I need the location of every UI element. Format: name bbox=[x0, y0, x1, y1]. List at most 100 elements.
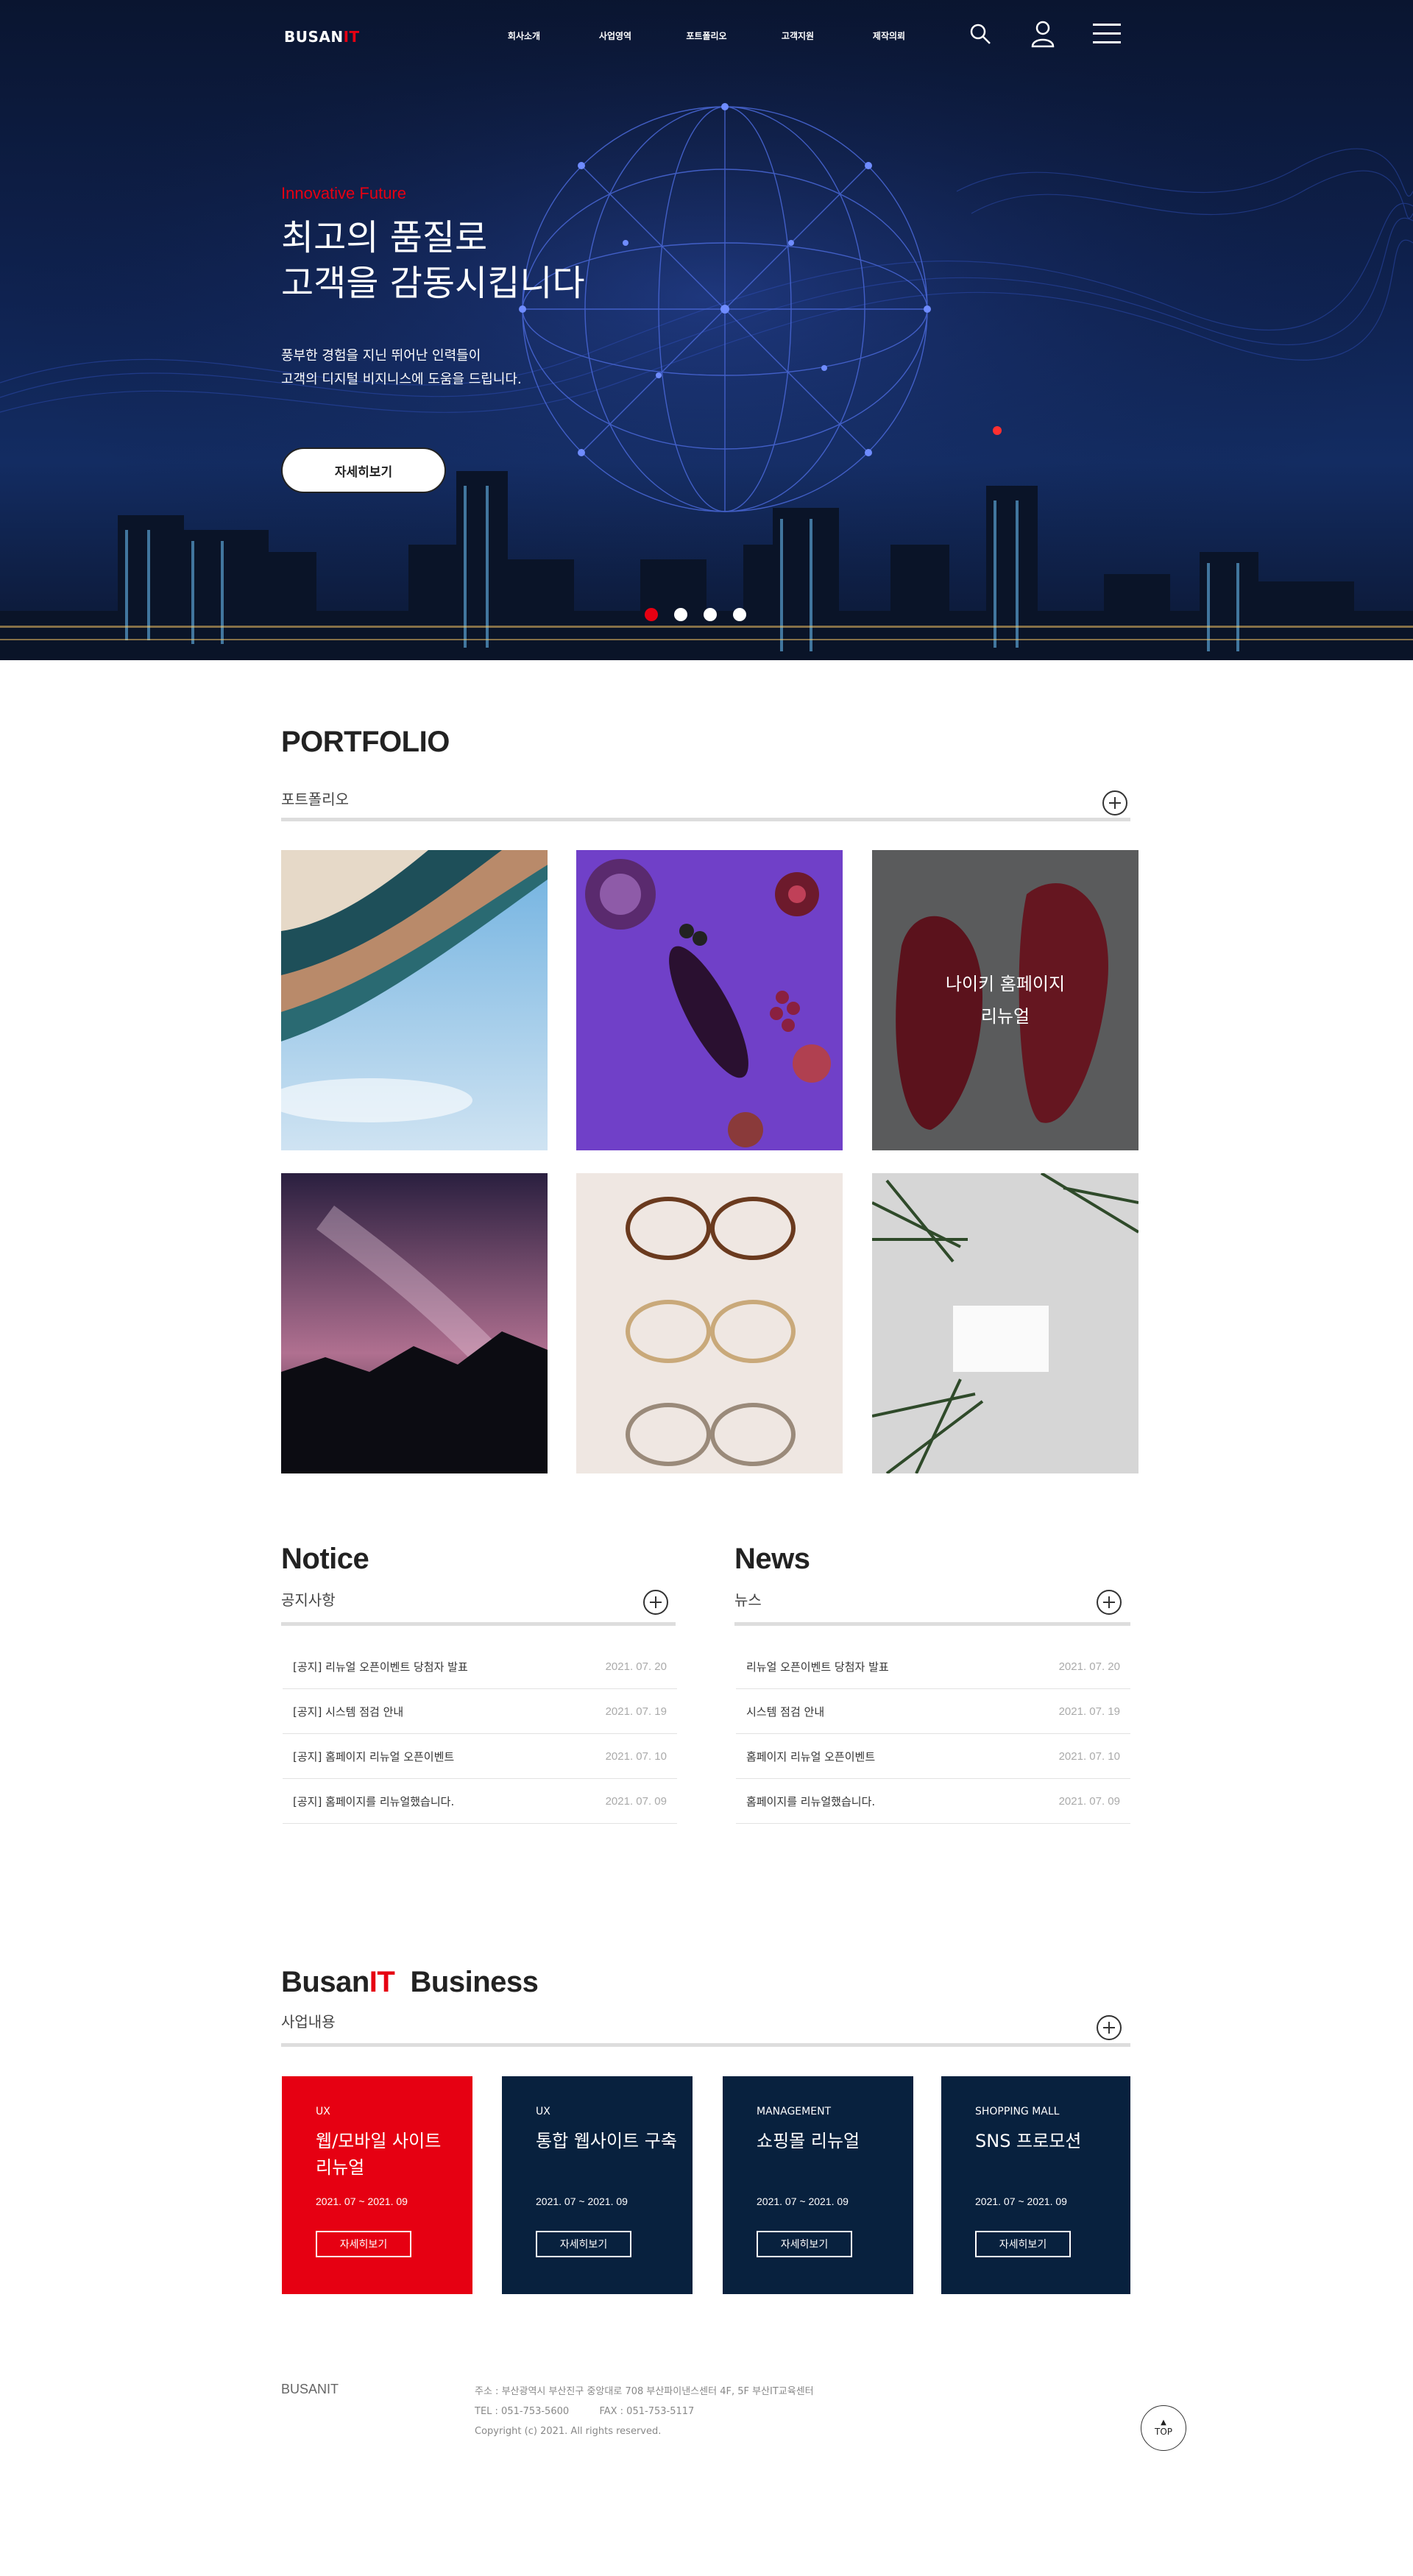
news-more-icon[interactable] bbox=[1097, 1590, 1122, 1615]
notice-item[interactable]: [공지] 시스템 점검 안내 2021. 07. 19 bbox=[283, 1689, 677, 1734]
news-item-title: 시스템 점검 안내 bbox=[746, 1705, 825, 1719]
notice-item[interactable]: [공지] 홈페이지를 리뉴얼했습니다. 2021. 07. 09 bbox=[283, 1779, 677, 1824]
hero-title: 최고의 품질로 고객을 감동시킵니다 bbox=[281, 215, 796, 306]
portfolio-item[interactable] bbox=[872, 1173, 1138, 1473]
portfolio-item[interactable] bbox=[576, 850, 843, 1150]
footer-copyright: Copyright (c) 2021. All rights reserved. bbox=[475, 2426, 662, 2437]
business-card-date: 2021. 07 ~ 2021. 09 bbox=[975, 2195, 1067, 2207]
portfolio-image bbox=[281, 850, 548, 1150]
slider-pagination bbox=[645, 608, 746, 621]
news-item[interactable]: 리뉴얼 오픈이벤트 당첨자 발표 2021. 07. 20 bbox=[736, 1644, 1130, 1689]
notice-item-title: [공지] 시스템 점검 안내 bbox=[293, 1705, 404, 1719]
business-card-more-button[interactable]: 자세히보기 bbox=[757, 2231, 852, 2257]
portfolio-image bbox=[576, 1173, 843, 1473]
business-card-date: 2021. 07 ~ 2021. 09 bbox=[757, 2195, 849, 2207]
business-more-icon[interactable] bbox=[1097, 2015, 1122, 2040]
portfolio-item[interactable]: 나이키 홈페이지 리뉴얼 bbox=[872, 850, 1138, 1150]
business-subtitle: 사업내용 bbox=[281, 2013, 336, 2031]
menu-icon[interactable] bbox=[1091, 18, 1123, 50]
news-item[interactable]: 홈페이지를 리뉴얼했습니다. 2021. 07. 09 bbox=[736, 1779, 1130, 1824]
hero-background bbox=[0, 0, 1413, 660]
business-divider bbox=[281, 2043, 1130, 2047]
business-card[interactable]: MANAGEMENT 쇼핑몰 리뉴얼 2021. 07 ~ 2021. 09 자… bbox=[723, 2076, 913, 2294]
hero-more-button[interactable]: 자세히보기 bbox=[281, 447, 446, 493]
portfolio-item[interactable] bbox=[576, 1173, 843, 1473]
notice-title: Notice bbox=[281, 1543, 369, 1575]
arrow-up-icon: ▲ bbox=[1161, 2418, 1166, 2427]
footer-logo: BUSANIT bbox=[281, 2382, 339, 2396]
news-title: News bbox=[734, 1543, 810, 1575]
business-card-category: UX bbox=[316, 2106, 330, 2117]
portfolio-item[interactable] bbox=[281, 1173, 548, 1473]
business-card-more-button[interactable]: 자세히보기 bbox=[536, 2231, 631, 2257]
notice-item-date: 2021. 07. 19 bbox=[605, 1705, 667, 1718]
notice-item-title: [공지] 홈페이지를 리뉴얼했습니다. bbox=[293, 1794, 455, 1808]
news-item[interactable]: 시스템 점검 안내 2021. 07. 19 bbox=[736, 1689, 1130, 1734]
portfolio-overlay: 나이키 홈페이지 리뉴얼 bbox=[872, 850, 1138, 1150]
portfolio-image bbox=[872, 1173, 1138, 1473]
scroll-top-label: TOP bbox=[1154, 2427, 1172, 2437]
notice-item[interactable]: [공지] 리뉴얼 오픈이벤트 당첨자 발표 2021. 07. 20 bbox=[283, 1644, 677, 1689]
global-nav: 회사소개 사업영역 포트폴리오 고객지원 제작의뢰 bbox=[478, 29, 935, 42]
news-item-title: 리뉴얼 오픈이벤트 당첨자 발표 bbox=[746, 1660, 889, 1674]
site-logo[interactable]: BUSANIT bbox=[284, 28, 360, 46]
news-item-date: 2021. 07. 09 bbox=[1058, 1794, 1120, 1808]
news-item-date: 2021. 07. 19 bbox=[1058, 1705, 1120, 1718]
notice-item-date: 2021. 07. 09 bbox=[605, 1794, 667, 1808]
business-card-name: SNS 프로모션 bbox=[975, 2131, 1082, 2151]
business-card[interactable]: UX 웹/모바일 사이트 리뉴얼 2021. 07 ~ 2021. 09 자세히보… bbox=[282, 2076, 472, 2294]
hero-description-line: 고객의 디지털 비지니스에 도움을 드립니다. bbox=[281, 372, 522, 387]
portfolio-overlay-line: 나이키 홈페이지 bbox=[945, 974, 1066, 994]
nav-item-portfolio[interactable]: 포트폴리오 bbox=[661, 29, 752, 42]
news-item-title: 홈페이지를 리뉴얼했습니다. bbox=[746, 1794, 876, 1808]
hero-description: 풍부한 경험을 지닌 뛰어난 인력들이 고객의 디지털 비지니스에 도움을 드립… bbox=[281, 344, 723, 392]
business-title: BusanIT Business bbox=[281, 1966, 539, 1998]
slider-dot[interactable] bbox=[645, 608, 658, 621]
business-card[interactable]: UX 통합 웹사이트 구축 2021. 07 ~ 2021. 09 자세히보기 bbox=[502, 2076, 693, 2294]
business-card-more-button[interactable]: 자세히보기 bbox=[316, 2231, 411, 2257]
news-item-date: 2021. 07. 10 bbox=[1058, 1749, 1120, 1763]
scroll-top-button[interactable]: ▲ TOP bbox=[1141, 2405, 1186, 2451]
business-card-category: MANAGEMENT bbox=[757, 2106, 832, 2117]
business-card-category: SHOPPING MALL bbox=[975, 2106, 1060, 2117]
business-card-date: 2021. 07 ~ 2021. 09 bbox=[316, 2195, 408, 2207]
news-item-date: 2021. 07. 20 bbox=[1058, 1660, 1120, 1673]
slider-dot[interactable] bbox=[733, 608, 746, 621]
business-card[interactable]: SHOPPING MALL SNS 프로모션 2021. 07 ~ 2021. … bbox=[941, 2076, 1130, 2294]
business-card-name: 통합 웹사이트 구축 bbox=[536, 2131, 677, 2151]
notice-item-title: [공지] 리뉴얼 오픈이벤트 당첨자 발표 bbox=[293, 1660, 468, 1674]
notice-item-date: 2021. 07. 20 bbox=[605, 1660, 667, 1673]
news-subtitle: 뉴스 bbox=[734, 1591, 762, 1609]
portfolio-more-icon[interactable] bbox=[1102, 790, 1127, 815]
business-card-name: 쇼핑몰 리뉴얼 bbox=[757, 2131, 860, 2151]
nav-item-business-area[interactable]: 사업영역 bbox=[570, 29, 661, 42]
notice-item[interactable]: [공지] 홈페이지 리뉴얼 오픈이벤트 2021. 07. 10 bbox=[283, 1734, 677, 1779]
nav-item-request[interactable]: 제작의뢰 bbox=[843, 29, 935, 42]
news-list: 리뉴얼 오픈이벤트 당첨자 발표 2021. 07. 20 시스템 점검 안내 20… bbox=[736, 1644, 1130, 1824]
notice-divider bbox=[281, 1622, 676, 1626]
business-card-more-button[interactable]: 자세히보기 bbox=[975, 2231, 1071, 2257]
hero-banner: BUSANIT 회사소개 사업영역 포트폴리오 고객지원 제작의뢰 Innova… bbox=[0, 0, 1413, 660]
business-card-date: 2021. 07 ~ 2021. 09 bbox=[536, 2195, 628, 2207]
portfolio-image bbox=[576, 850, 843, 1150]
user-icon[interactable] bbox=[1027, 18, 1059, 50]
nav-item-company[interactable]: 회사소개 bbox=[478, 29, 570, 42]
business-card-category: UX bbox=[536, 2106, 550, 2117]
portfolio-subtitle: 포트폴리오 bbox=[281, 790, 349, 808]
hero-title-line: 최고의 품질로 bbox=[281, 217, 488, 258]
hero-subtitle: Innovative Future bbox=[281, 184, 406, 202]
news-item-title: 홈페이지 리뉴얼 오픈이벤트 bbox=[746, 1749, 876, 1763]
news-item[interactable]: 홈페이지 리뉴얼 오픈이벤트 2021. 07. 10 bbox=[736, 1734, 1130, 1779]
slider-dot[interactable] bbox=[704, 608, 717, 621]
portfolio-image bbox=[281, 1173, 548, 1473]
notice-item-date: 2021. 07. 10 bbox=[605, 1749, 667, 1763]
nav-item-support[interactable]: 고객지원 bbox=[752, 29, 843, 42]
search-icon[interactable] bbox=[964, 18, 996, 50]
portfolio-overlay-line: 리뉴얼 bbox=[980, 1006, 1030, 1027]
business-card-name: 웹/모바일 사이트 리뉴얼 bbox=[316, 2131, 442, 2178]
slider-dot[interactable] bbox=[674, 608, 687, 621]
portfolio-item[interactable] bbox=[281, 850, 548, 1150]
hero-title-line: 고객을 감동시킵니다 bbox=[281, 263, 585, 304]
notice-more-icon[interactable] bbox=[643, 1590, 668, 1615]
notice-subtitle: 공지사항 bbox=[281, 1591, 336, 1609]
